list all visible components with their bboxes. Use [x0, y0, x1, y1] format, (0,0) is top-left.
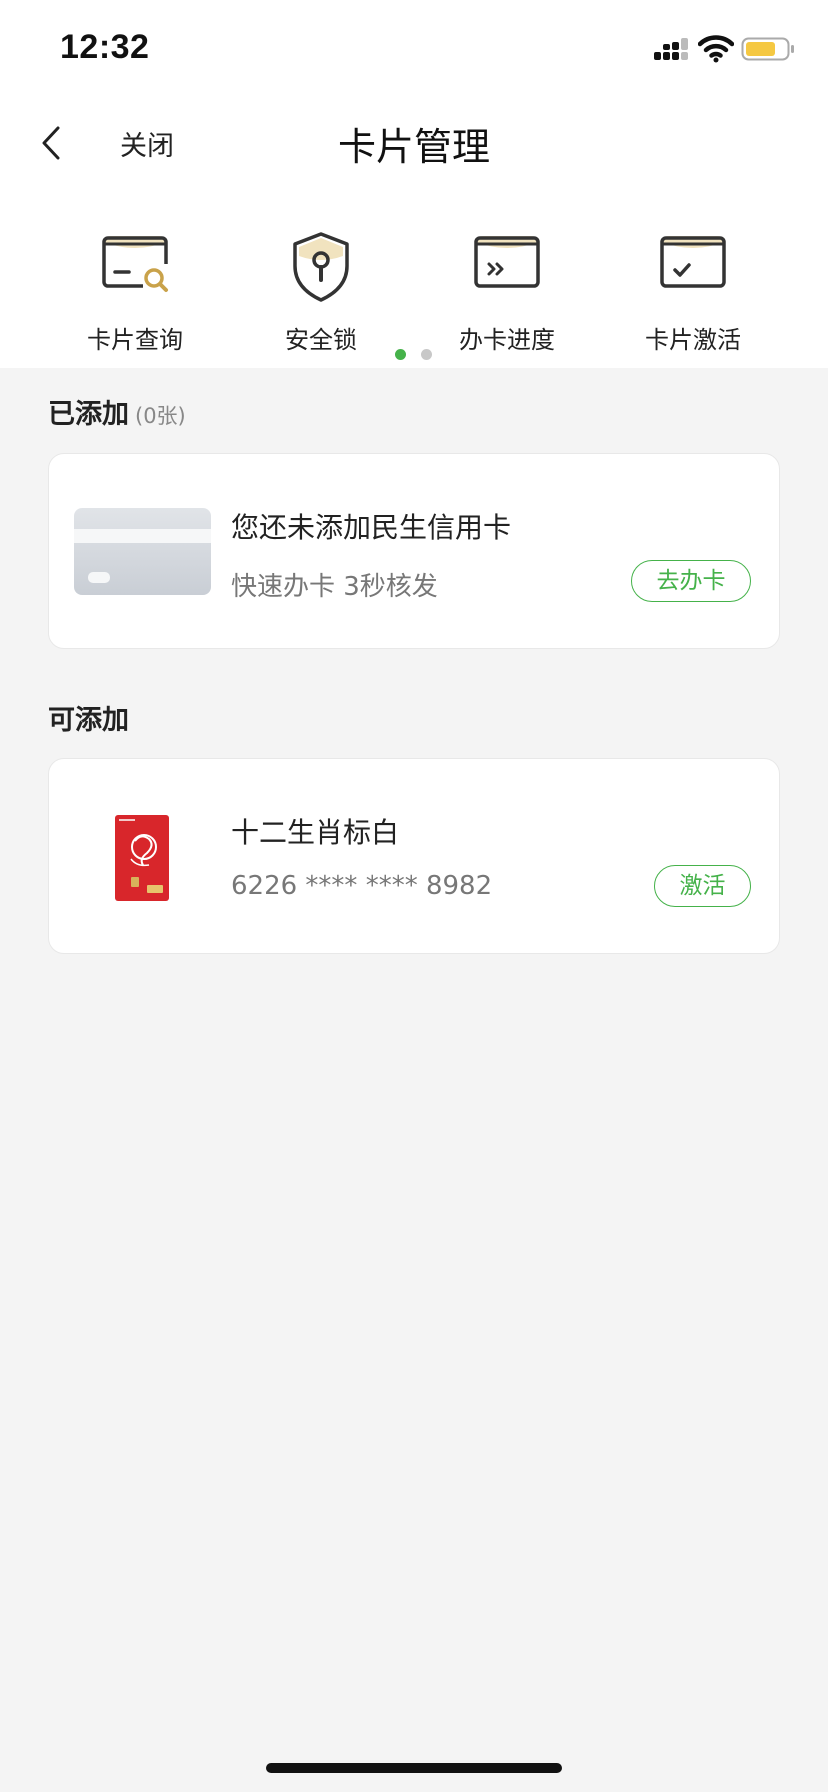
wifi-icon: [698, 35, 734, 63]
section-title-addable: 可添加: [48, 705, 129, 736]
page-indicator: [0, 349, 828, 361]
battery-icon: [741, 37, 794, 61]
shortcut-security-lock[interactable]: 安全锁: [228, 230, 414, 354]
shortcut-card-progress[interactable]: 办卡进度: [414, 230, 600, 354]
card-name: 十二生肖标白: [231, 816, 400, 849]
activate-button[interactable]: 激活: [654, 865, 751, 907]
apply-card-button[interactable]: 去办卡: [631, 560, 751, 602]
section-title-text: 已添加: [48, 399, 129, 430]
addable-card-item[interactable]: 十二生肖标白 6226 **** **** 8982 激活: [48, 758, 780, 954]
page-dot-active: [395, 349, 406, 360]
empty-card-subtitle: 快速办卡 3秒核发: [231, 572, 438, 602]
card-number: 6226 **** **** 8982: [231, 871, 493, 901]
added-count: (0张): [135, 404, 186, 428]
status-time: 12:32: [60, 28, 150, 66]
placeholder-card-image: [74, 508, 211, 595]
empty-card-title: 您还未添加民生信用卡: [231, 511, 512, 544]
cellular-signal-icon: [654, 38, 688, 60]
empty-card-prompt: 您还未添加民生信用卡 快速办卡 3秒核发 去办卡: [48, 453, 780, 649]
section-title-added: 已添加 (0张): [48, 392, 186, 431]
page-dot: [421, 349, 432, 360]
card-progress-icon: [474, 236, 540, 288]
page-title: 卡片管理: [337, 125, 490, 169]
zodiac-card-image: [115, 815, 169, 901]
header-area: 12:32 关闭 卡片管理 卡片查询 安全锁 办卡进度 卡片激活: [0, 0, 828, 368]
home-indicator: [266, 1763, 562, 1773]
card-activate-icon: [660, 236, 726, 288]
card-search-icon: [102, 236, 169, 294]
shortcut-card-activate[interactable]: 卡片激活: [600, 230, 786, 354]
shortcut-card-query[interactable]: 卡片查询: [42, 230, 228, 354]
security-lock-icon: [293, 232, 349, 302]
